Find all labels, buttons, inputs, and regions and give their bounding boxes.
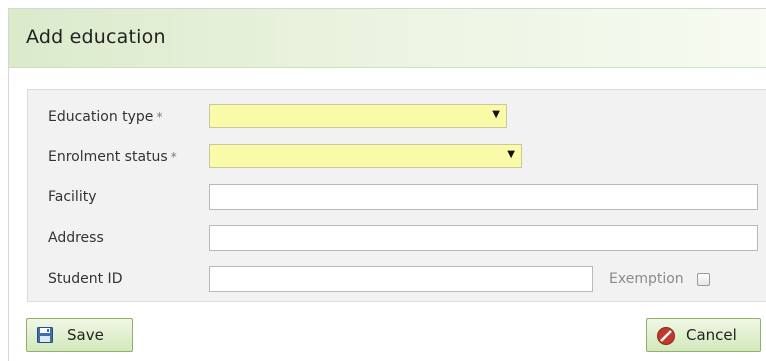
dialog-titlebar: Add education	[9, 9, 766, 68]
facility-input[interactable]	[209, 184, 758, 210]
dialog-title: Add education	[26, 26, 166, 48]
floppy-disk-icon	[37, 327, 53, 343]
cancel-button[interactable]: Cancel	[646, 318, 761, 352]
no-entry-icon	[657, 327, 675, 345]
add-education-dialog: Add education Education type * ▼ Enrolmen…	[8, 8, 766, 361]
triangle-down-icon: ▼	[492, 109, 500, 120]
enrolment-status-label: Enrolment status *	[48, 148, 177, 166]
student-id-label: Student ID	[48, 271, 123, 287]
enrolment-status-select[interactable]: ▼	[209, 144, 522, 168]
address-label: Address	[48, 230, 104, 246]
education-form-panel: Education type * ▼ Enrolment status * ▼ Fa…	[27, 89, 766, 302]
enrolment-status-label-text: Enrolment status	[48, 149, 168, 165]
cancel-button-label: Cancel	[686, 326, 737, 344]
required-marker: *	[156, 110, 163, 124]
exemption-checkbox[interactable]	[697, 273, 710, 286]
education-type-label-text: Education type	[48, 109, 154, 125]
facility-label: Facility	[48, 189, 97, 205]
save-button[interactable]: Save	[26, 318, 133, 352]
required-marker: *	[170, 150, 177, 164]
triangle-down-icon: ▼	[507, 149, 515, 160]
save-button-label: Save	[67, 326, 104, 344]
education-type-select[interactable]: ▼	[209, 104, 507, 128]
student-id-input[interactable]	[209, 266, 593, 292]
education-type-label: Education type *	[48, 108, 162, 126]
address-input[interactable]	[209, 225, 758, 251]
exemption-label: Exemption	[609, 271, 684, 287]
